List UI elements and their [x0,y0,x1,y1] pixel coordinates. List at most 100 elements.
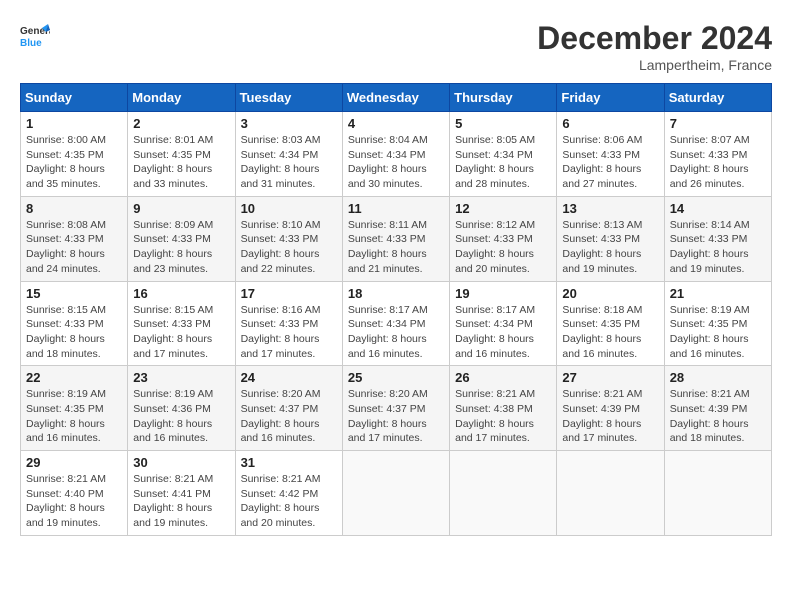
header-day-monday: Monday [128,84,235,112]
day-number: 6 [562,116,658,131]
header-day-friday: Friday [557,84,664,112]
day-number: 30 [133,455,229,470]
calendar-cell: 11 Sunrise: 8:11 AM Sunset: 4:33 PM Dayl… [342,196,449,281]
calendar-cell: 3 Sunrise: 8:03 AM Sunset: 4:34 PM Dayli… [235,112,342,197]
calendar-cell: 28 Sunrise: 8:21 AM Sunset: 4:39 PM Dayl… [664,366,771,451]
day-info: Sunrise: 8:01 AM Sunset: 4:35 PM Dayligh… [133,133,229,192]
header-day-saturday: Saturday [664,84,771,112]
calendar-header-row: SundayMondayTuesdayWednesdayThursdayFrid… [21,84,772,112]
calendar-cell: 2 Sunrise: 8:01 AM Sunset: 4:35 PM Dayli… [128,112,235,197]
day-info: Sunrise: 8:12 AM Sunset: 4:33 PM Dayligh… [455,218,551,277]
calendar-week-5: 29 Sunrise: 8:21 AM Sunset: 4:40 PM Dayl… [21,451,772,536]
svg-text:Blue: Blue [20,38,42,49]
day-number: 25 [348,370,444,385]
calendar-cell: 22 Sunrise: 8:19 AM Sunset: 4:35 PM Dayl… [21,366,128,451]
title-block: December 2024 Lampertheim, France [537,20,772,73]
day-number: 7 [670,116,766,131]
day-number: 5 [455,116,551,131]
day-number: 27 [562,370,658,385]
calendar-cell: 26 Sunrise: 8:21 AM Sunset: 4:38 PM Dayl… [450,366,557,451]
day-info: Sunrise: 8:18 AM Sunset: 4:35 PM Dayligh… [562,303,658,362]
calendar-cell: 6 Sunrise: 8:06 AM Sunset: 4:33 PM Dayli… [557,112,664,197]
calendar-cell: 25 Sunrise: 8:20 AM Sunset: 4:37 PM Dayl… [342,366,449,451]
calendar-cell [664,451,771,536]
calendar-cell: 14 Sunrise: 8:14 AM Sunset: 4:33 PM Dayl… [664,196,771,281]
day-info: Sunrise: 8:11 AM Sunset: 4:33 PM Dayligh… [348,218,444,277]
calendar-cell: 13 Sunrise: 8:13 AM Sunset: 4:33 PM Dayl… [557,196,664,281]
day-info: Sunrise: 8:20 AM Sunset: 4:37 PM Dayligh… [241,387,337,446]
day-number: 21 [670,286,766,301]
day-info: Sunrise: 8:21 AM Sunset: 4:40 PM Dayligh… [26,472,122,531]
calendar-cell: 5 Sunrise: 8:05 AM Sunset: 4:34 PM Dayli… [450,112,557,197]
day-info: Sunrise: 8:10 AM Sunset: 4:33 PM Dayligh… [241,218,337,277]
day-number: 29 [26,455,122,470]
day-info: Sunrise: 8:05 AM Sunset: 4:34 PM Dayligh… [455,133,551,192]
header-day-thursday: Thursday [450,84,557,112]
page-header: General Blue December 2024 Lampertheim, … [20,20,772,73]
day-info: Sunrise: 8:21 AM Sunset: 4:39 PM Dayligh… [670,387,766,446]
day-number: 28 [670,370,766,385]
day-number: 2 [133,116,229,131]
calendar-cell: 27 Sunrise: 8:21 AM Sunset: 4:39 PM Dayl… [557,366,664,451]
day-info: Sunrise: 8:17 AM Sunset: 4:34 PM Dayligh… [455,303,551,362]
calendar-cell: 23 Sunrise: 8:19 AM Sunset: 4:36 PM Dayl… [128,366,235,451]
day-number: 8 [26,201,122,216]
day-info: Sunrise: 8:06 AM Sunset: 4:33 PM Dayligh… [562,133,658,192]
calendar-week-4: 22 Sunrise: 8:19 AM Sunset: 4:35 PM Dayl… [21,366,772,451]
day-number: 20 [562,286,658,301]
day-number: 31 [241,455,337,470]
calendar-cell: 9 Sunrise: 8:09 AM Sunset: 4:33 PM Dayli… [128,196,235,281]
calendar-cell [557,451,664,536]
day-info: Sunrise: 8:16 AM Sunset: 4:33 PM Dayligh… [241,303,337,362]
calendar-table: SundayMondayTuesdayWednesdayThursdayFrid… [20,83,772,536]
day-number: 3 [241,116,337,131]
day-number: 9 [133,201,229,216]
month-title: December 2024 [537,20,772,57]
day-number: 13 [562,201,658,216]
calendar-cell: 4 Sunrise: 8:04 AM Sunset: 4:34 PM Dayli… [342,112,449,197]
logo: General Blue [20,20,50,50]
day-info: Sunrise: 8:09 AM Sunset: 4:33 PM Dayligh… [133,218,229,277]
header-day-tuesday: Tuesday [235,84,342,112]
day-info: Sunrise: 8:21 AM Sunset: 4:41 PM Dayligh… [133,472,229,531]
day-info: Sunrise: 8:04 AM Sunset: 4:34 PM Dayligh… [348,133,444,192]
calendar-cell: 16 Sunrise: 8:15 AM Sunset: 4:33 PM Dayl… [128,281,235,366]
header-day-sunday: Sunday [21,84,128,112]
day-info: Sunrise: 8:20 AM Sunset: 4:37 PM Dayligh… [348,387,444,446]
day-number: 23 [133,370,229,385]
day-info: Sunrise: 8:08 AM Sunset: 4:33 PM Dayligh… [26,218,122,277]
day-info: Sunrise: 8:19 AM Sunset: 4:35 PM Dayligh… [670,303,766,362]
day-number: 16 [133,286,229,301]
calendar-cell [342,451,449,536]
day-number: 12 [455,201,551,216]
calendar-week-2: 8 Sunrise: 8:08 AM Sunset: 4:33 PM Dayli… [21,196,772,281]
day-number: 11 [348,201,444,216]
day-info: Sunrise: 8:03 AM Sunset: 4:34 PM Dayligh… [241,133,337,192]
location: Lampertheim, France [537,57,772,73]
day-info: Sunrise: 8:13 AM Sunset: 4:33 PM Dayligh… [562,218,658,277]
day-number: 1 [26,116,122,131]
day-number: 22 [26,370,122,385]
day-info: Sunrise: 8:14 AM Sunset: 4:33 PM Dayligh… [670,218,766,277]
calendar-cell: 29 Sunrise: 8:21 AM Sunset: 4:40 PM Dayl… [21,451,128,536]
day-info: Sunrise: 8:21 AM Sunset: 4:42 PM Dayligh… [241,472,337,531]
calendar-cell: 12 Sunrise: 8:12 AM Sunset: 4:33 PM Dayl… [450,196,557,281]
day-info: Sunrise: 8:17 AM Sunset: 4:34 PM Dayligh… [348,303,444,362]
day-number: 4 [348,116,444,131]
calendar-cell: 21 Sunrise: 8:19 AM Sunset: 4:35 PM Dayl… [664,281,771,366]
calendar-cell: 18 Sunrise: 8:17 AM Sunset: 4:34 PM Dayl… [342,281,449,366]
day-number: 15 [26,286,122,301]
calendar-cell: 24 Sunrise: 8:20 AM Sunset: 4:37 PM Dayl… [235,366,342,451]
day-number: 26 [455,370,551,385]
calendar-cell: 30 Sunrise: 8:21 AM Sunset: 4:41 PM Dayl… [128,451,235,536]
calendar-cell: 15 Sunrise: 8:15 AM Sunset: 4:33 PM Dayl… [21,281,128,366]
day-info: Sunrise: 8:07 AM Sunset: 4:33 PM Dayligh… [670,133,766,192]
day-number: 24 [241,370,337,385]
calendar-cell: 10 Sunrise: 8:10 AM Sunset: 4:33 PM Dayl… [235,196,342,281]
day-info: Sunrise: 8:19 AM Sunset: 4:36 PM Dayligh… [133,387,229,446]
calendar-cell: 20 Sunrise: 8:18 AM Sunset: 4:35 PM Dayl… [557,281,664,366]
calendar-cell: 8 Sunrise: 8:08 AM Sunset: 4:33 PM Dayli… [21,196,128,281]
day-info: Sunrise: 8:21 AM Sunset: 4:39 PM Dayligh… [562,387,658,446]
day-number: 17 [241,286,337,301]
calendar-cell [450,451,557,536]
